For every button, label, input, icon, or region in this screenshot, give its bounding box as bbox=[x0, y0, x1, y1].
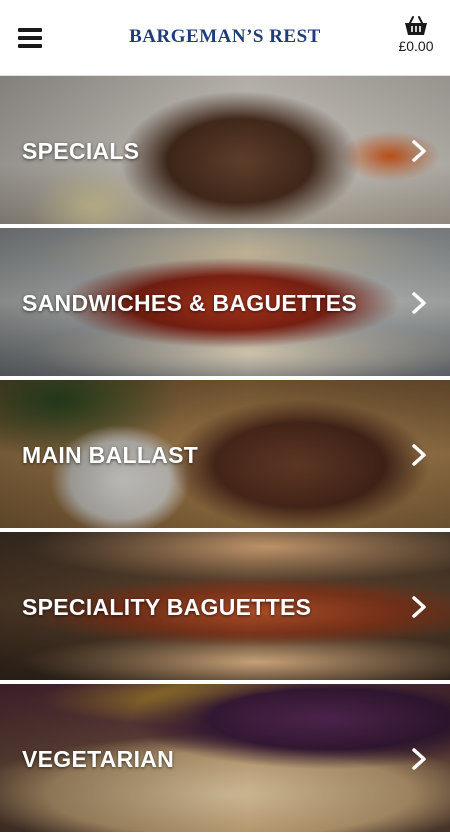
basket-total: £0.00 bbox=[398, 38, 434, 54]
category-main-ballast[interactable]: MAIN BALLAST bbox=[0, 380, 450, 530]
category-sandwiches-baguettes[interactable]: SANDWICHES & BAGUETTES bbox=[0, 228, 450, 378]
category-specials[interactable]: SPECIALS bbox=[0, 76, 450, 226]
brand-title: BARGEMAN’S REST bbox=[129, 26, 321, 47]
category-label: VEGETARIAN bbox=[22, 746, 175, 772]
shopping-basket-icon bbox=[405, 16, 427, 35]
chevron-right-icon bbox=[412, 140, 426, 162]
category-label: SPECIALITY BAGUETTES bbox=[22, 594, 312, 620]
category-vegetarian[interactable]: VEGETARIAN bbox=[0, 684, 450, 834]
chevron-right-icon bbox=[412, 292, 426, 314]
app-header: BARGEMAN’S REST £0.00 bbox=[0, 0, 450, 76]
category-list: SPECIALS SANDWICHES & BAGUETTES MAIN BAL… bbox=[0, 76, 450, 834]
category-label: MAIN BALLAST bbox=[22, 442, 199, 468]
category-speciality-baguettes[interactable]: SPECIALITY BAGUETTES bbox=[0, 532, 450, 682]
category-label: SANDWICHES & BAGUETTES bbox=[22, 290, 358, 316]
basket-button[interactable]: £0.00 bbox=[394, 16, 438, 60]
chevron-right-icon bbox=[412, 748, 426, 770]
chevron-right-icon bbox=[412, 444, 426, 466]
category-label: SPECIALS bbox=[22, 138, 140, 164]
chevron-right-icon bbox=[412, 596, 426, 618]
